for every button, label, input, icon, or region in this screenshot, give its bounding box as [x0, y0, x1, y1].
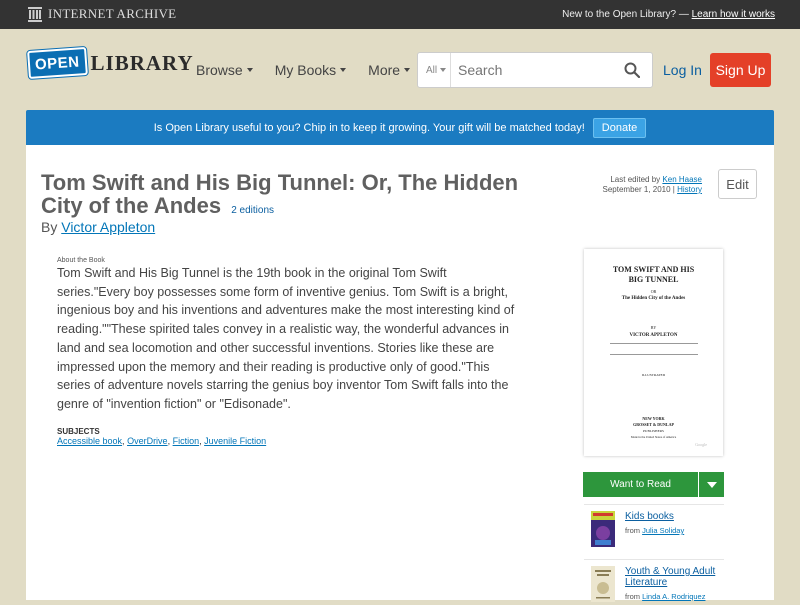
- chevron-down-icon: [706, 481, 717, 488]
- list-cover-thumbnail[interactable]: [591, 511, 615, 547]
- cover-blurb-lines: [610, 343, 698, 355]
- want-to-read-control: Want to Read: [583, 472, 724, 497]
- cover-title: TOM SWIFT AND HIS BIG TUNNEL: [584, 265, 723, 285]
- book-title-heading: Tom Swift and His Big Tunnel: Or, The Hi…: [41, 171, 561, 222]
- logo-open-sign: OPEN: [27, 46, 88, 80]
- nav-browse-label: Browse: [196, 62, 243, 78]
- subjects-label: SUBJECTS: [57, 427, 100, 436]
- edit-button[interactable]: Edit: [718, 169, 757, 199]
- book-description: Tom Swift and His Big Tunnel is the 19th…: [57, 266, 515, 411]
- about-label: About the Book: [57, 257, 105, 264]
- list-item: Kids books from Julia Soliday: [584, 504, 724, 554]
- nav-more[interactable]: More: [368, 62, 411, 78]
- list-from-prefix: from: [625, 526, 640, 535]
- search-icon[interactable]: [624, 62, 640, 78]
- donate-button[interactable]: Donate: [592, 117, 647, 138]
- last-edited-prefix: Last edited by: [610, 175, 661, 184]
- cover-publishers: PUBLISHERS: [642, 429, 664, 433]
- signup-button[interactable]: Sign Up: [710, 53, 771, 87]
- cover-city: NEW YORK: [642, 416, 665, 421]
- cover-or: OR: [650, 289, 657, 294]
- archive-building-icon: [28, 6, 42, 22]
- cover-author: VICTOR APPLETON: [629, 333, 678, 338]
- search-bar: All: [417, 52, 653, 88]
- byline-prefix: By: [41, 219, 58, 235]
- site-header: OPEN LIBRARY Browse My Books More All Lo…: [0, 29, 800, 109]
- login-link[interactable]: Log In: [663, 62, 702, 78]
- nav-my-books[interactable]: My Books: [274, 62, 347, 78]
- list-name-link[interactable]: Kids books: [625, 511, 725, 522]
- internet-archive-bar: INTERNET ARCHIVE New to the Open Library…: [0, 0, 800, 29]
- learn-how-it-works-link[interactable]: Learn how it works: [692, 9, 775, 20]
- chevron-down-icon: [246, 68, 253, 72]
- cover-made-in: Made in the United States of America: [630, 435, 677, 439]
- nav-more-label: More: [368, 62, 401, 78]
- byline: By Victor Appleton: [41, 219, 155, 235]
- internet-archive-logo-text: INTERNET ARCHIVE: [48, 6, 177, 21]
- cover-title-line: BIG TUNNEL: [628, 275, 679, 284]
- list-name-link[interactable]: Youth & Young Adult Literature: [625, 566, 725, 588]
- list-info: Kids books from Julia Soliday: [625, 511, 725, 535]
- list-owner-link[interactable]: Julia Soliday: [642, 526, 684, 535]
- donate-banner: Is Open Library useful to you? Chip in t…: [26, 110, 774, 145]
- nav-my-books-label: My Books: [274, 62, 337, 78]
- chevron-down-icon: [440, 68, 447, 72]
- list-info: Youth & Young Adult Literature from Lind…: [625, 566, 725, 601]
- search-scope-select[interactable]: All: [418, 65, 450, 76]
- subject-link[interactable]: Juvenile Fiction: [204, 436, 266, 446]
- want-to-read-button[interactable]: Want to Read: [583, 472, 698, 497]
- cover-subtitle: The Hidden City of the Andes: [621, 296, 686, 301]
- last-edited-date: September 1, 2010 |: [602, 185, 675, 194]
- list-owner: from Julia Soliday: [625, 526, 725, 535]
- open-library-logo[interactable]: OPEN LIBRARY: [27, 46, 194, 80]
- cover-illustrated: ILLUSTRATED: [641, 373, 666, 377]
- cover-title-line: TOM SWIFT AND HIS: [612, 265, 695, 274]
- logo-library-text: LIBRARY: [90, 50, 194, 75]
- search-input[interactable]: [451, 55, 611, 85]
- editions-link[interactable]: 2 editions: [231, 205, 274, 216]
- history-link[interactable]: History: [677, 185, 702, 194]
- nav-browse[interactable]: Browse: [196, 62, 253, 78]
- subject-link[interactable]: OverDrive: [127, 436, 168, 446]
- internet-archive-logo[interactable]: INTERNET ARCHIVE: [28, 6, 176, 22]
- subject-link[interactable]: Fiction: [173, 436, 200, 446]
- promo-text: New to the Open Library? —: [562, 9, 689, 20]
- search-scope-value: All: [426, 64, 438, 76]
- subject-link[interactable]: Accessible book: [57, 436, 122, 446]
- chevron-down-icon: [340, 68, 347, 72]
- book-cover[interactable]: TOM SWIFT AND HIS BIG TUNNEL OR The Hidd…: [584, 249, 723, 456]
- promo-message: New to the Open Library? — Learn how it …: [562, 9, 775, 20]
- last-edited-info: Last edited by Ken Haase September 1, 20…: [603, 175, 702, 195]
- cover-by: BY: [650, 325, 657, 330]
- book-card: Tom Swift and His Big Tunnel: Or, The Hi…: [26, 145, 774, 602]
- book-title: Tom Swift and His Big Tunnel: Or, The Hi…: [41, 170, 519, 218]
- list-cover-thumbnail[interactable]: [591, 566, 615, 602]
- chevron-down-icon: [404, 68, 411, 72]
- main-nav: Browse My Books More: [196, 62, 432, 78]
- list-item: Youth & Young Adult Literature from Lind…: [584, 559, 724, 605]
- subjects-list: Accessible book, OverDrive, Fiction, Juv…: [57, 436, 267, 446]
- cover-publisher: GROSSET & DUNLAP: [633, 422, 674, 427]
- cover-scan-mark: Google: [695, 442, 707, 447]
- donate-message: Is Open Library useful to you? Chip in t…: [153, 121, 585, 134]
- author-link[interactable]: Victor Appleton: [61, 219, 155, 235]
- last-editor-link[interactable]: Ken Haase: [662, 175, 702, 184]
- reading-status-dropdown[interactable]: [699, 472, 724, 497]
